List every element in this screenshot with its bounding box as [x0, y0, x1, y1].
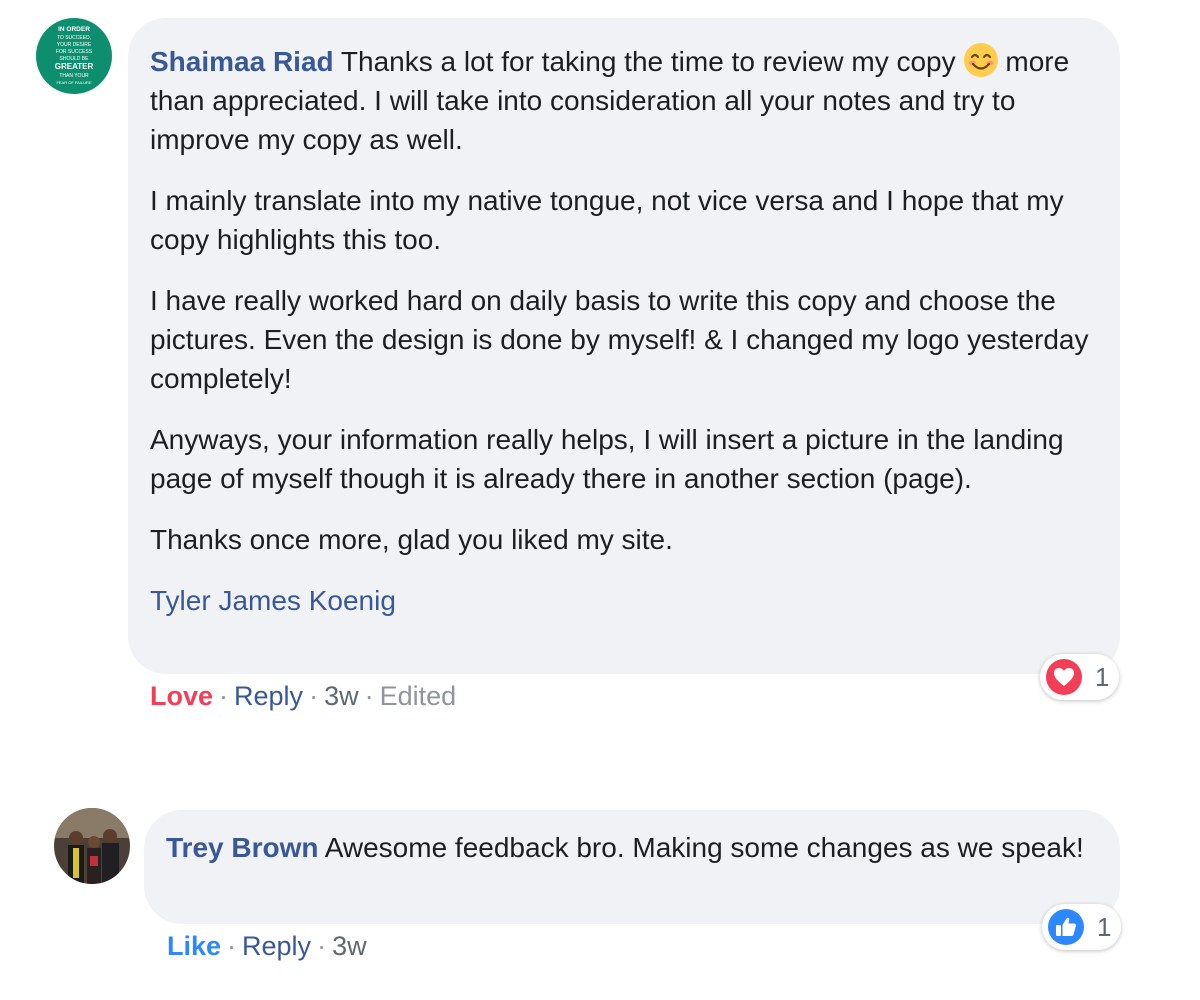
avatar-text-line: FOR SUCCESS [56, 49, 93, 55]
reaction-count: 1 [1097, 911, 1112, 942]
like-reaction-button[interactable]: Like [167, 931, 221, 961]
separator-dot: · [227, 931, 237, 961]
avatar-text-line: GREATER [55, 62, 94, 71]
avatar-text-line: TO SUCCEED, [57, 35, 91, 41]
separator-dot: · [309, 681, 319, 711]
avatar-text-line: IN ORDER [58, 26, 90, 33]
avatar-quote-image: IN ORDER TO SUCCEED, YOUR DESIRE FOR SUC… [36, 18, 112, 94]
comment-timestamp[interactable]: 3w [324, 681, 359, 711]
comment-paragraph: Trey Brown Awesome feedback bro. Making … [166, 828, 1090, 867]
separator-dot: · [317, 931, 327, 961]
comment-text: Thanks a lot for taking the time to revi… [340, 46, 956, 77]
reaction-count-pill[interactable]: 1 [1040, 654, 1120, 700]
comment-paragraph: I mainly translate into my native tongue… [150, 185, 1064, 255]
reply-button[interactable]: Reply [242, 931, 311, 961]
comment-text: Awesome feedback bro. Making some change… [324, 832, 1084, 863]
comment-trey-brown: Trey Brown Awesome feedback bro. Making … [0, 790, 1200, 990]
avatar-text-line: FEAR OF FAILURE [56, 80, 91, 85]
comment-shaimaa-riad: IN ORDER TO SUCCEED, YOUR DESIRE FOR SUC… [0, 0, 1200, 720]
comment-actions: Like · Reply · 3w [167, 930, 367, 962]
reaction-count-pill[interactable]: 1 [1042, 904, 1122, 950]
avatar-text-line: YOUR DESIRE [57, 42, 92, 48]
comment-paragraph: Thanks once more, glad you liked my site… [150, 524, 673, 555]
thumbs-up-icon [1048, 909, 1084, 945]
comment-author-name[interactable]: Trey Brown [166, 832, 318, 863]
separator-dot: · [219, 681, 229, 711]
mentioned-user-link[interactable]: Tyler James Koenig [150, 581, 1090, 620]
heart-icon [1046, 659, 1082, 695]
comment-actions: Love · Reply · 3w · Edited [150, 680, 456, 712]
smiling-face-icon [964, 43, 999, 77]
reaction-count: 1 [1095, 661, 1110, 692]
avatar-photo-image [54, 808, 130, 884]
comment-paragraph: Anyways, your information really helps, … [150, 424, 1064, 494]
comment-timestamp[interactable]: 3w [332, 931, 367, 961]
avatar[interactable] [54, 808, 130, 884]
comment-paragraph: I have really worked hard on daily basis… [150, 285, 1089, 394]
edited-label[interactable]: Edited [380, 681, 457, 711]
reply-button[interactable]: Reply [234, 681, 303, 711]
avatar[interactable]: IN ORDER TO SUCCEED, YOUR DESIRE FOR SUC… [36, 18, 112, 94]
separator-dot: · [364, 681, 374, 711]
comment-paragraph: Shaimaa Riad Thanks a lot for taking the… [150, 42, 1090, 159]
love-reaction-button[interactable]: Love [150, 681, 213, 711]
avatar-text-line: THAN YOUR [59, 73, 89, 79]
comment-bubble: Shaimaa Riad Thanks a lot for taking the… [128, 18, 1120, 674]
comment-author-name[interactable]: Shaimaa Riad [150, 46, 334, 77]
comment-bubble: Trey Brown Awesome feedback bro. Making … [144, 810, 1120, 924]
